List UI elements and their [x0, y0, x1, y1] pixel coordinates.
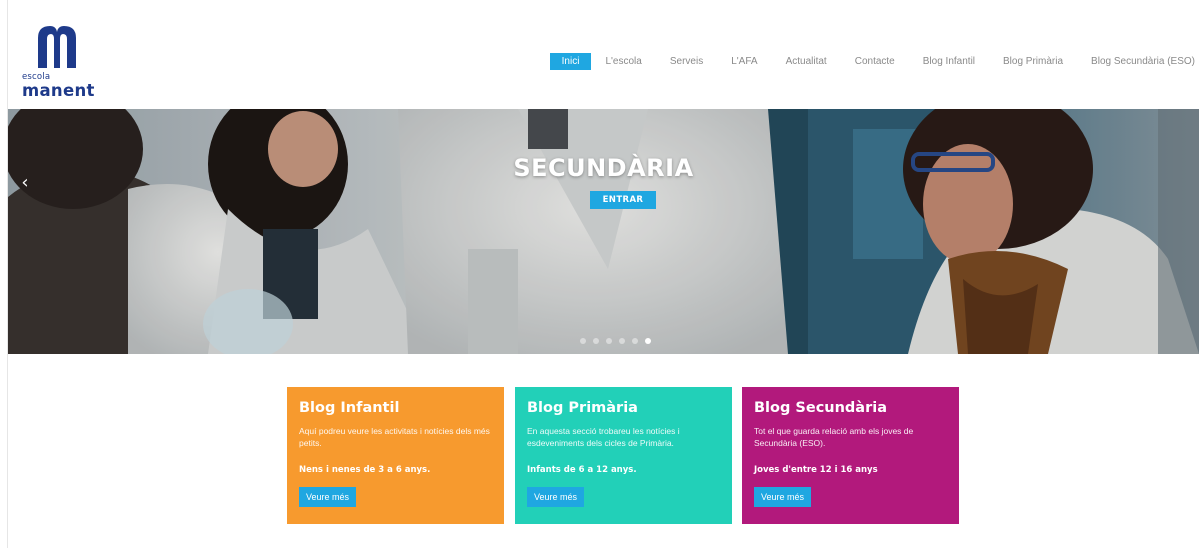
- slider-dot[interactable]: [580, 338, 586, 344]
- nav-item-contacte[interactable]: Contacte: [855, 56, 895, 67]
- nav-item-actualitat[interactable]: Actualitat: [786, 56, 827, 67]
- logo-m-icon: [38, 26, 76, 68]
- card-title: Blog Infantil: [299, 400, 400, 416]
- main-nav: Inici L'escola Serveis L'AFA Actualitat …: [549, 53, 1195, 70]
- card-description: En aquesta secció trobareu les notícies …: [527, 426, 680, 448]
- card-age-range: Nens i nenes de 3 a 6 anys.: [299, 465, 431, 475]
- card-blog-secundaria: Blog Secundària Tot el que guarda relaci…: [742, 387, 959, 524]
- nav-item-blog-secundaria[interactable]: Blog Secundària (ESO): [1091, 56, 1195, 67]
- logo-text-big: manent: [22, 81, 95, 100]
- slider-dot[interactable]: [593, 338, 599, 344]
- nav-item-blog-primaria[interactable]: Blog Primària: [1003, 56, 1063, 67]
- slider-dot-active[interactable]: [645, 338, 651, 344]
- nav-item-afa[interactable]: L'AFA: [731, 56, 757, 67]
- card-blog-infantil: Blog Infantil Aquí podreu veure les acti…: [287, 387, 504, 524]
- hero-photo: [8, 109, 1199, 354]
- card-more-button[interactable]: Veure més: [754, 487, 812, 507]
- slider-dot[interactable]: [619, 338, 625, 344]
- card-title: Blog Primària: [527, 400, 638, 416]
- nav-item-serveis[interactable]: Serveis: [670, 56, 703, 67]
- nav-item-escola[interactable]: L'escola: [605, 56, 641, 67]
- hero-slider: ‹ SECUNDÀRIA ENTRAR: [8, 109, 1199, 354]
- nav-item-blog-infantil[interactable]: Blog Infantil: [923, 56, 975, 67]
- card-age-range: Infants de 6 a 12 anys.: [527, 465, 637, 475]
- card-description: Aquí podreu veure les activitats i notíc…: [299, 426, 490, 448]
- slider-dots: [580, 338, 658, 344]
- hero-enter-button[interactable]: ENTRAR: [590, 191, 656, 209]
- hero-title: SECUNDÀRIA: [513, 154, 694, 182]
- slider-dot[interactable]: [606, 338, 612, 344]
- card-description: Tot el que guarda relació amb els joves …: [754, 426, 914, 448]
- card-more-button[interactable]: Veure més: [299, 487, 357, 507]
- card-title: Blog Secundària: [754, 400, 887, 416]
- site-logo[interactable]: escola manent: [22, 24, 97, 104]
- card-more-button[interactable]: Veure més: [527, 487, 585, 507]
- nav-item-inici[interactable]: Inici: [549, 53, 592, 70]
- card-age-range: Joves d'entre 12 i 16 anys: [754, 465, 878, 475]
- slider-dot[interactable]: [632, 338, 638, 344]
- card-blog-primaria: Blog Primària En aquesta secció trobareu…: [515, 387, 732, 524]
